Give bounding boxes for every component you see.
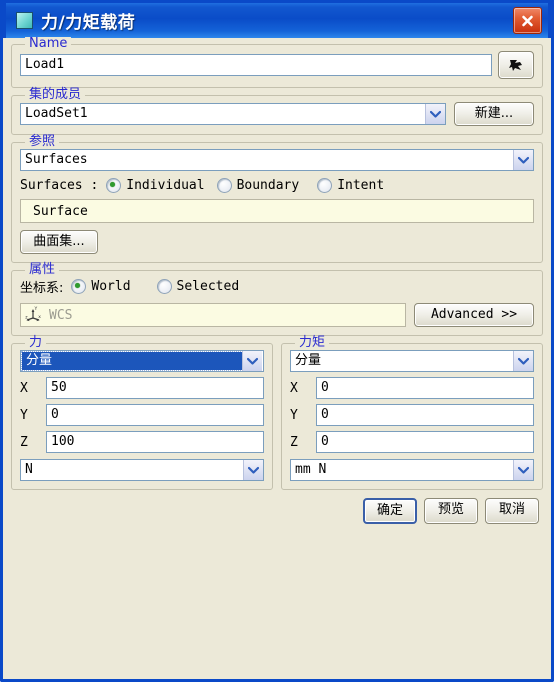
force-moment-row: 力 分量 X 50 Y 0 Z 100 N 力矩 分量 X 0 Y 0 Z 0 … <box>11 336 543 496</box>
moment-mode-combo[interactable]: 分量 <box>290 350 534 372</box>
force-x-row: X 50 <box>20 377 264 399</box>
properties-group: 属性 坐标系: World Selected Y x z WCS Advance… <box>11 263 543 336</box>
name-input[interactable]: Load1 <box>20 54 492 76</box>
ok-button[interactable]: 确定 <box>363 498 417 524</box>
radio-boundary[interactable]: Boundary <box>216 178 300 193</box>
reference-group-legend: 参照 <box>25 135 60 149</box>
dialog-title: 力/力矩载荷 <box>41 13 136 33</box>
moment-x-label: X <box>290 380 298 396</box>
load-set-combo[interactable]: LoadSet1 <box>20 103 446 125</box>
force-moment-load-dialog: 力/力矩载荷 Name Load1 集的成员 LoadSet1 新建... 参照… <box>0 0 554 682</box>
member-group-legend: 集的成员 <box>25 88 86 102</box>
force-unit-value: N <box>25 462 33 477</box>
moment-y-input[interactable]: 0 <box>316 404 534 426</box>
radio-circle-icon <box>156 279 172 294</box>
close-icon[interactable] <box>513 7 542 34</box>
radio-boundary-label: Boundary <box>236 178 300 193</box>
force-y-label: Y <box>20 407 28 423</box>
moment-y-row: Y 0 <box>290 404 534 426</box>
moment-mode-value: 分量 <box>295 353 322 368</box>
moment-unit-combo[interactable]: mm N <box>290 459 534 481</box>
chevron-down-icon[interactable] <box>242 351 262 371</box>
coordinate-system-icon: Y x z <box>25 306 43 325</box>
cancel-button[interactable]: 取消 <box>485 498 539 524</box>
force-y-input[interactable]: 0 <box>46 404 264 426</box>
moment-group-legend: 力矩 <box>295 336 330 350</box>
csys-input[interactable]: Y x z WCS <box>20 303 406 327</box>
chevron-down-icon[interactable] <box>513 351 533 371</box>
moment-x-row: X 0 <box>290 377 534 399</box>
reference-type-value: Surfaces <box>25 152 88 167</box>
moment-z-input[interactable]: 0 <box>316 431 534 453</box>
chevron-down-icon[interactable] <box>243 460 263 480</box>
chevron-down-icon[interactable] <box>513 460 533 480</box>
surface-set-button[interactable]: 曲面集... <box>20 230 98 254</box>
list-item[interactable]: Surface <box>33 202 529 221</box>
moment-group: 力矩 分量 X 0 Y 0 Z 0 mm N <box>281 336 543 490</box>
radio-circle-icon <box>216 178 232 193</box>
chevron-down-icon[interactable] <box>513 150 533 170</box>
moment-x-input[interactable]: 0 <box>316 377 534 399</box>
force-mode-combo[interactable]: 分量 <box>20 350 264 372</box>
moment-unit-value: mm N <box>295 462 327 477</box>
force-group: 力 分量 X 50 Y 0 Z 100 N <box>11 336 273 490</box>
force-group-legend: 力 <box>25 336 47 350</box>
member-group: 集的成员 LoadSet1 新建... <box>11 88 543 135</box>
radio-selected-label: Selected <box>176 279 240 294</box>
reference-group: 参照 Surfaces Surfaces : Individual Bounda… <box>11 135 543 263</box>
moment-y-label: Y <box>290 407 298 423</box>
advanced-button[interactable]: Advanced >> <box>414 303 534 327</box>
radio-world-label: World <box>91 279 131 294</box>
title-bar: 力/力矩载荷 <box>3 0 551 38</box>
radio-selected[interactable]: Selected <box>156 279 240 294</box>
moment-z-row: Z 0 <box>290 431 534 453</box>
radio-dot-icon <box>71 279 87 294</box>
name-group-legend: Name <box>25 37 72 51</box>
reference-type-combo[interactable]: Surfaces <box>20 149 534 171</box>
svg-text:x: x <box>38 315 41 320</box>
window-icon <box>16 12 33 29</box>
force-y-row: Y 0 <box>20 404 264 426</box>
force-x-label: X <box>20 380 28 396</box>
radio-circle-icon <box>317 178 333 193</box>
radio-individual[interactable]: Individual <box>106 178 205 193</box>
force-z-input[interactable]: 100 <box>46 431 264 453</box>
dialog-footer: 确定 预览 取消 <box>11 496 543 524</box>
surface-list[interactable]: Surface <box>20 199 534 223</box>
radio-intent-label: Intent <box>337 178 385 193</box>
force-z-row: Z 100 <box>20 431 264 453</box>
new-set-button[interactable]: 新建... <box>454 102 534 126</box>
csys-placeholder: WCS <box>49 307 73 323</box>
radio-intent[interactable]: Intent <box>317 178 384 193</box>
radio-dot-icon <box>106 178 122 193</box>
csys-label: 坐标系: <box>20 281 64 296</box>
chevron-down-icon[interactable] <box>425 104 445 124</box>
preview-button[interactable]: 预览 <box>424 498 478 524</box>
name-group: Name Load1 <box>11 37 543 88</box>
load-set-value: LoadSet1 <box>25 106 88 121</box>
surfaces-label: Surfaces : <box>20 178 99 193</box>
svg-text:Y: Y <box>34 306 38 312</box>
radio-world[interactable]: World <box>71 279 131 294</box>
properties-group-legend: 属性 <box>25 263 60 277</box>
dialog-body: Name Load1 集的成员 LoadSet1 新建... 参照 Surfac… <box>3 37 551 528</box>
force-unit-combo[interactable]: N <box>20 459 264 481</box>
moment-z-label: Z <box>290 434 298 450</box>
select-arrow-icon[interactable] <box>498 51 534 79</box>
force-x-input[interactable]: 50 <box>46 377 264 399</box>
radio-individual-label: Individual <box>126 178 205 193</box>
force-z-label: Z <box>20 434 28 450</box>
force-mode-value: 分量 <box>21 351 243 371</box>
